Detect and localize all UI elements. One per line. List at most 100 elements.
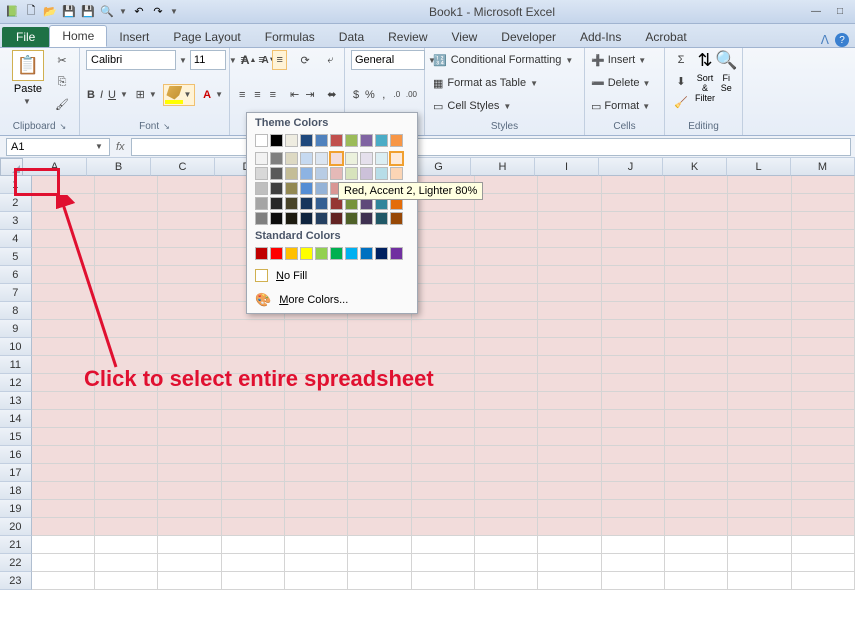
cell[interactable] <box>538 500 601 518</box>
cell[interactable] <box>665 518 728 536</box>
cell[interactable] <box>538 356 601 374</box>
cell[interactable] <box>285 554 348 572</box>
underline-button[interactable]: U <box>107 85 117 105</box>
cell[interactable] <box>475 194 538 212</box>
cell[interactable] <box>32 464 95 482</box>
cell[interactable] <box>412 482 475 500</box>
undo-icon[interactable]: ↶ <box>131 4 147 20</box>
cell-styles-button[interactable]: ▭Cell Styles▼ <box>431 96 578 116</box>
cell[interactable] <box>728 338 791 356</box>
cell[interactable] <box>538 284 601 302</box>
color-swatch[interactable] <box>315 197 328 210</box>
cell[interactable] <box>95 572 158 590</box>
color-swatch[interactable] <box>330 212 343 225</box>
cell[interactable] <box>538 428 601 446</box>
cell[interactable] <box>412 338 475 356</box>
cell[interactable] <box>475 572 538 590</box>
chevron-down-icon[interactable]: ▼ <box>23 97 33 106</box>
cell[interactable] <box>665 410 728 428</box>
row-header[interactable]: 16 <box>0 446 32 464</box>
cell[interactable] <box>222 428 285 446</box>
cell[interactable] <box>158 428 221 446</box>
dropdown-icon[interactable]: ▼ <box>118 4 128 20</box>
cell[interactable] <box>728 446 791 464</box>
cell[interactable] <box>538 410 601 428</box>
color-swatch[interactable] <box>345 247 358 260</box>
cell[interactable] <box>665 374 728 392</box>
color-swatch[interactable] <box>270 247 283 260</box>
cell[interactable] <box>222 320 285 338</box>
cell[interactable] <box>158 248 221 266</box>
cell[interactable] <box>285 500 348 518</box>
select-all-button[interactable] <box>0 158 23 176</box>
decrease-indent-icon[interactable]: ⇤ <box>288 85 300 105</box>
cell[interactable] <box>665 356 728 374</box>
cell[interactable] <box>412 554 475 572</box>
cell[interactable] <box>665 320 728 338</box>
cell[interactable] <box>475 338 538 356</box>
cell[interactable] <box>792 392 855 410</box>
color-swatch[interactable] <box>360 152 373 165</box>
color-swatch[interactable] <box>360 134 373 147</box>
cell[interactable] <box>348 536 411 554</box>
save-icon[interactable]: 💾 <box>61 4 77 20</box>
minimize-ribbon-icon[interactable]: ᐱ <box>821 33 829 47</box>
cell[interactable] <box>158 212 221 230</box>
cell[interactable] <box>285 464 348 482</box>
color-swatch[interactable] <box>390 212 403 225</box>
cell[interactable] <box>665 554 728 572</box>
cell[interactable] <box>158 572 221 590</box>
color-swatch[interactable] <box>270 167 283 180</box>
cell[interactable] <box>792 266 855 284</box>
color-swatch[interactable] <box>315 152 328 165</box>
cell[interactable] <box>602 302 665 320</box>
cell[interactable] <box>728 284 791 302</box>
no-fill-button[interactable]: No Fill <box>247 264 417 287</box>
cell[interactable] <box>95 446 158 464</box>
cell[interactable] <box>32 554 95 572</box>
cut-icon[interactable]: ✂ <box>52 50 72 70</box>
cell[interactable] <box>665 464 728 482</box>
cell[interactable] <box>538 212 601 230</box>
cell[interactable] <box>32 230 95 248</box>
cell[interactable] <box>602 464 665 482</box>
cell[interactable] <box>792 410 855 428</box>
cell[interactable] <box>475 356 538 374</box>
color-swatch[interactable] <box>255 212 268 225</box>
paste-button[interactable]: 📋 Paste ▼ <box>6 50 50 106</box>
cell[interactable] <box>95 464 158 482</box>
row-header[interactable]: 19 <box>0 500 32 518</box>
cell[interactable] <box>475 302 538 320</box>
cell[interactable] <box>348 572 411 590</box>
cell[interactable] <box>792 482 855 500</box>
color-swatch[interactable] <box>315 182 328 195</box>
cell[interactable] <box>728 212 791 230</box>
row-header[interactable]: 23 <box>0 572 32 590</box>
color-swatch[interactable] <box>270 212 283 225</box>
tab-addins[interactable]: Add-Ins <box>568 27 633 47</box>
color-swatch[interactable] <box>300 197 313 210</box>
row-header[interactable]: 12 <box>0 374 32 392</box>
format-painter-icon[interactable]: 🖌 <box>52 94 72 114</box>
cell[interactable] <box>32 536 95 554</box>
cell[interactable] <box>602 428 665 446</box>
row-header[interactable]: 5 <box>0 248 32 266</box>
cell[interactable] <box>95 554 158 572</box>
tab-view[interactable]: View <box>440 27 490 47</box>
color-swatch[interactable] <box>255 134 268 147</box>
cell[interactable] <box>475 446 538 464</box>
cell[interactable] <box>475 284 538 302</box>
cell[interactable] <box>475 266 538 284</box>
cell[interactable] <box>95 320 158 338</box>
cell[interactable] <box>792 194 855 212</box>
cell[interactable] <box>728 320 791 338</box>
cell[interactable] <box>665 194 728 212</box>
cell[interactable] <box>792 500 855 518</box>
cell[interactable] <box>95 302 158 320</box>
tab-file[interactable]: File <box>2 27 49 47</box>
qat-customize-icon[interactable]: ▼ <box>169 4 179 20</box>
tab-insert[interactable]: Insert <box>107 27 161 47</box>
cell[interactable] <box>475 248 538 266</box>
cell[interactable] <box>222 482 285 500</box>
column-header[interactable]: K <box>663 158 727 176</box>
